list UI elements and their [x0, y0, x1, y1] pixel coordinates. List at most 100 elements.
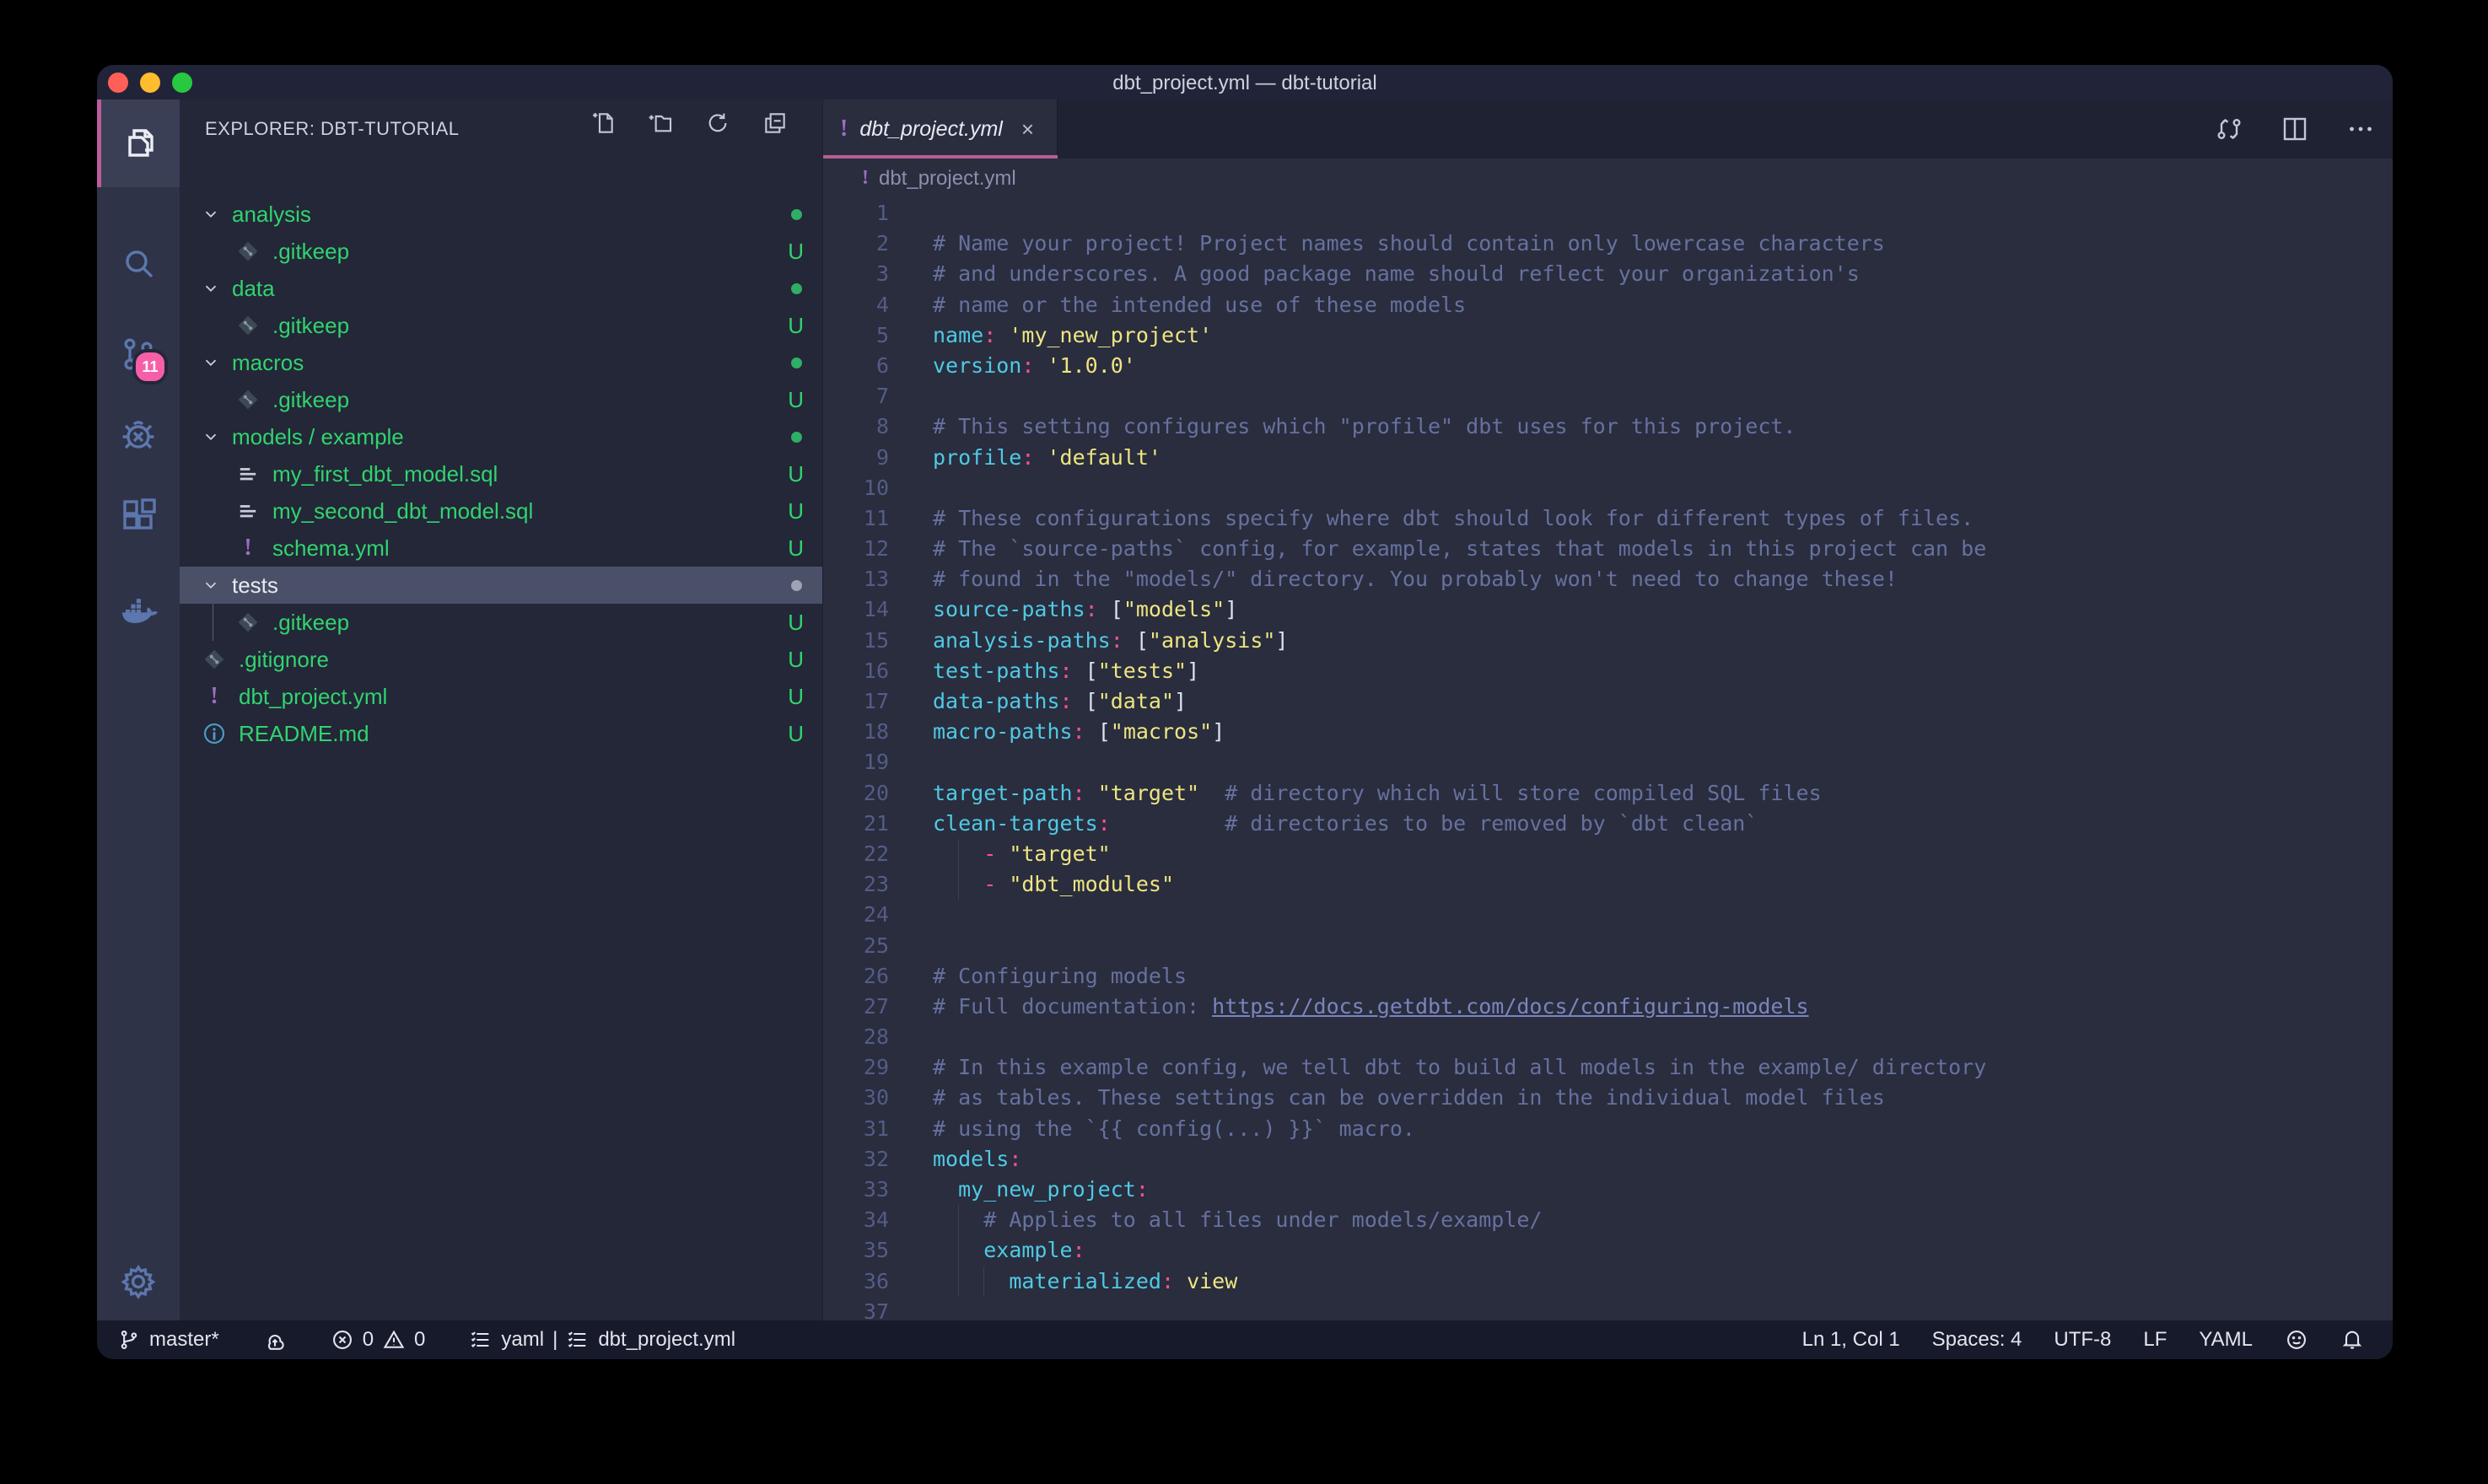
tree-folder-macros[interactable]: macros [180, 344, 822, 381]
tree-folder-analysis[interactable]: analysis [180, 196, 822, 233]
code-line[interactable]: 2# Name your project! Project names shou… [823, 229, 2393, 259]
git-untracked-badge: U [788, 313, 804, 339]
indentation-setting[interactable]: Spaces: 4 [1932, 1328, 2022, 1352]
collapse-folders-icon[interactable] [762, 110, 789, 137]
tree-file-my-second-dbt-model-sql[interactable]: my_second_dbt_model.sqlU [180, 492, 822, 530]
split-editor-icon[interactable] [2280, 114, 2310, 144]
code-line[interactable]: 3# and underscores. A good package name … [823, 259, 2393, 289]
code-line-text: - "target" [933, 839, 1111, 869]
source-control-icon[interactable]: 11 [97, 310, 180, 398]
tree-folder-models-example[interactable]: models / example [180, 418, 822, 455]
line-number: 10 [823, 473, 889, 503]
more-actions-icon[interactable] [2345, 114, 2376, 144]
linter-status[interactable]: yaml | dbt_project.yml [469, 1328, 735, 1352]
code-editor[interactable]: 12# Name your project! Project names sho… [823, 198, 2393, 1320]
line-number: 17 [823, 686, 889, 717]
tasklist-icon [566, 1328, 590, 1352]
language-mode[interactable]: YAML [2199, 1328, 2253, 1352]
code-line[interactable]: 26# Configuring models [823, 961, 2393, 992]
tree-file--gitkeep[interactable]: .gitkeepU [180, 604, 822, 641]
tree-file-my-first-dbt-model-sql[interactable]: my_first_dbt_model.sqlU [180, 455, 822, 492]
tree-folder-data[interactable]: data [180, 270, 822, 307]
code-line[interactable]: 15analysis-paths: ["analysis"] [823, 626, 2393, 656]
code-line[interactable]: 27# Full documentation: https://docs.get… [823, 992, 2393, 1022]
cursor-position[interactable]: Ln 1, Col 1 [1802, 1328, 1900, 1352]
new-file-icon[interactable] [590, 110, 617, 137]
code-line[interactable]: 7 [823, 381, 2393, 411]
code-line[interactable]: 35 example: [823, 1235, 2393, 1266]
code-line[interactable]: 6version: '1.0.0' [823, 351, 2393, 381]
settings-gear-icon[interactable] [97, 1238, 180, 1325]
code-line[interactable]: 22 - "target" [823, 839, 2393, 869]
code-line[interactable]: 10 [823, 473, 2393, 503]
explorer-icon[interactable] [97, 99, 184, 187]
code-line[interactable]: 30# as tables. These settings can be ove… [823, 1083, 2393, 1113]
scm-pending-badge: 11 [132, 349, 168, 384]
code-line[interactable]: 16test-paths: ["tests"] [823, 656, 2393, 686]
code-line[interactable]: 9profile: 'default' [823, 443, 2393, 473]
docker-icon[interactable] [97, 570, 180, 658]
code-line[interactable]: 14source-paths: ["models"] [823, 594, 2393, 625]
code-line[interactable]: 37 [823, 1297, 2393, 1320]
code-line[interactable]: 21clean-targets: # directories to be rem… [823, 809, 2393, 839]
code-line[interactable]: 23 - "dbt_modules" [823, 869, 2393, 900]
notifications-bell-icon[interactable] [2340, 1328, 2364, 1352]
tree-file--gitignore[interactable]: .gitignoreU [180, 641, 822, 678]
code-line[interactable]: 33 my_new_project: [823, 1175, 2393, 1205]
breadcrumb[interactable]: ! dbt_project.yml [823, 159, 2393, 198]
sync-publish-icon[interactable] [263, 1328, 287, 1352]
feedback-smiley-icon[interactable] [2285, 1328, 2308, 1352]
code-line[interactable]: 29# In this example config, we tell dbt … [823, 1052, 2393, 1083]
code-line[interactable]: 34 # Applies to all files under models/e… [823, 1205, 2393, 1235]
tree-file--gitkeep[interactable]: .gitkeepU [180, 307, 822, 344]
line-number: 27 [823, 992, 889, 1022]
tree-folder-tests[interactable]: tests [180, 567, 822, 604]
tree-file-dbt-project-yml[interactable]: !dbt_project.ymlU [180, 678, 822, 715]
open-changes-icon[interactable] [2214, 114, 2244, 144]
indent-guide [983, 1266, 984, 1297]
editor-group: ! dbt_project.yml × ! dbt_project.yml 12… [822, 99, 2393, 1320]
code-line[interactable]: 32models: [823, 1144, 2393, 1175]
code-line-text: # and underscores. A good package name s… [933, 259, 1860, 289]
debug-icon[interactable] [97, 391, 180, 479]
code-line[interactable]: 11# These configurations specify where d… [823, 503, 2393, 534]
code-line[interactable]: 25 [823, 931, 2393, 961]
code-line[interactable]: 13# found in the "models/" directory. Yo… [823, 564, 2393, 594]
tree-file--gitkeep[interactable]: .gitkeepU [180, 233, 822, 270]
linter-file: dbt_project.yml [598, 1328, 735, 1352]
code-line[interactable]: 28 [823, 1022, 2393, 1052]
tree-file-readme-md[interactable]: README.mdU [180, 715, 822, 752]
code-line[interactable]: 19 [823, 747, 2393, 777]
tree-file-schema-yml[interactable]: !schema.ymlU [180, 530, 822, 567]
git-branch-status[interactable]: master* [117, 1328, 219, 1352]
code-line[interactable]: 24 [823, 900, 2393, 930]
refresh-explorer-icon[interactable] [704, 110, 731, 137]
line-number: 11 [823, 503, 889, 534]
git-changes-dot [791, 432, 802, 443]
chevron-down-icon [200, 205, 222, 223]
yaml-file-icon: ! [862, 167, 869, 190]
search-icon[interactable] [97, 220, 180, 308]
new-folder-icon[interactable] [647, 110, 674, 137]
tab-close-icon[interactable]: × [1021, 116, 1034, 142]
code-line[interactable]: 17data-paths: ["data"] [823, 686, 2393, 717]
code-line-text: source-paths: ["models"] [933, 594, 1237, 625]
code-line[interactable]: 1 [823, 198, 2393, 229]
eol-setting[interactable]: LF [2143, 1328, 2167, 1352]
code-line[interactable]: 8# This setting configures which "profil… [823, 411, 2393, 442]
code-line[interactable]: 5name: 'my_new_project' [823, 320, 2393, 351]
encoding-setting[interactable]: UTF-8 [2054, 1328, 2111, 1352]
code-line[interactable]: 12# The `source-paths` config, for examp… [823, 534, 2393, 564]
problems-status[interactable]: 0 0 [331, 1328, 426, 1352]
code-line[interactable]: 18macro-paths: ["macros"] [823, 717, 2393, 747]
yaml-icon: ! [202, 684, 227, 709]
code-line[interactable]: 4# name or the intended use of these mod… [823, 290, 2393, 320]
extensions-icon[interactable] [97, 472, 180, 560]
code-line[interactable]: 36 materialized: view [823, 1266, 2393, 1297]
code-line[interactable]: 20target-path: "target" # directory whic… [823, 778, 2393, 809]
tab-dbt-project-yml[interactable]: ! dbt_project.yml × [823, 99, 1058, 159]
tree-file--gitkeep[interactable]: .gitkeepU [180, 381, 822, 418]
linter-lang: yaml [501, 1328, 544, 1352]
line-number: 18 [823, 717, 889, 747]
code-line[interactable]: 31# using the `{{ config(...) }}` macro. [823, 1114, 2393, 1144]
